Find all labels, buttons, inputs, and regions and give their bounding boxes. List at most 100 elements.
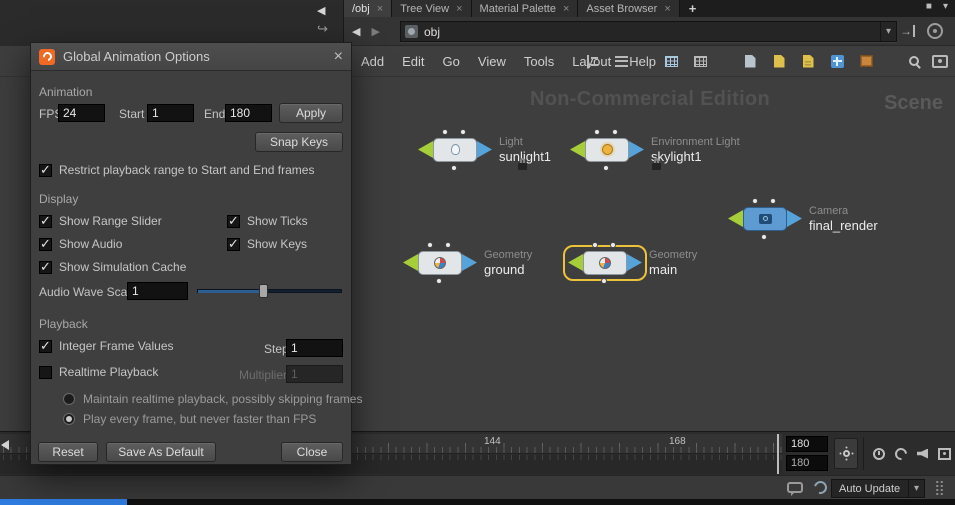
playhead-marker[interactable] xyxy=(777,434,779,474)
notes-icon[interactable] xyxy=(769,51,789,71)
close-icon[interactable]: × xyxy=(456,3,462,15)
output-connector[interactable] xyxy=(761,233,767,240)
node-flag-left[interactable] xyxy=(418,141,433,158)
menu-tools[interactable]: Tools xyxy=(515,54,563,69)
node-name-label[interactable]: skylight1 xyxy=(651,149,740,164)
grid-display-icon[interactable] xyxy=(690,51,710,71)
checkbox-box[interactable]: ✓ xyxy=(39,163,52,177)
node-body[interactable] xyxy=(585,137,629,162)
pane-link-icon[interactable]: ↪ xyxy=(317,22,328,35)
audio-wave-scale-input[interactable] xyxy=(127,282,188,300)
input-connector[interactable] xyxy=(752,197,758,204)
tab-obj[interactable]: /obj × xyxy=(344,0,393,17)
fps-input[interactable] xyxy=(58,104,105,122)
checkbox-box[interactable]: ✓ xyxy=(39,339,52,353)
show-audio-checkbox[interactable]: ✓ Show Audio xyxy=(39,237,122,251)
asset-box-icon[interactable] xyxy=(856,51,876,71)
input-connector[interactable] xyxy=(445,241,451,248)
drag-grip-icon[interactable] xyxy=(935,480,944,496)
checkbox-box[interactable]: ✓ xyxy=(227,214,240,228)
chevron-down-icon[interactable]: ▾ xyxy=(907,480,924,497)
menu-view[interactable]: View xyxy=(469,54,515,69)
message-bubble-icon[interactable] xyxy=(787,482,803,496)
node-shape[interactable] xyxy=(403,241,477,284)
current-frame-input[interactable] xyxy=(786,436,828,452)
show-simulation-cache-checkbox[interactable]: ✓ Show Simulation Cache xyxy=(39,260,186,274)
save-as-default-button[interactable]: Save As Default xyxy=(106,442,216,462)
node-name-label[interactable]: main xyxy=(649,262,697,277)
checkbox-box[interactable] xyxy=(39,365,52,379)
playback-realtime-button[interactable] xyxy=(868,438,889,469)
close-icon[interactable]: × xyxy=(377,3,383,15)
checkbox-box[interactable]: ✓ xyxy=(39,260,52,274)
new-tab-button[interactable]: + xyxy=(680,0,706,17)
node-main[interactable]: Geometry main xyxy=(563,241,697,284)
node-name-label[interactable]: final_render xyxy=(809,218,878,233)
maximize-icon[interactable]: ■ xyxy=(926,1,932,12)
playback-loop-button[interactable] xyxy=(890,438,911,469)
input-connector[interactable] xyxy=(594,128,600,135)
menu-go[interactable]: Go xyxy=(434,54,469,69)
close-icon[interactable]: × xyxy=(334,48,343,65)
node-shape[interactable] xyxy=(570,128,644,171)
node-body[interactable] xyxy=(743,206,787,231)
checkbox-box[interactable]: ✓ xyxy=(39,237,52,251)
output-connector[interactable] xyxy=(603,164,609,171)
tab-material-palette[interactable]: Material Palette × xyxy=(471,0,579,17)
snapshot-icon[interactable] xyxy=(740,51,760,71)
input-connector[interactable] xyxy=(427,241,433,248)
node-body[interactable] xyxy=(418,250,462,275)
close-icon[interactable]: × xyxy=(563,3,569,15)
list-view-icon[interactable] xyxy=(611,51,631,71)
global-animation-options-button[interactable] xyxy=(834,438,858,469)
close-icon[interactable]: × xyxy=(664,3,670,15)
restrict-playback-checkbox[interactable]: ✓ Restrict playback range to Start and E… xyxy=(39,163,314,177)
checkbox-box[interactable]: ✓ xyxy=(227,237,240,251)
node-shape[interactable] xyxy=(728,197,802,240)
render-view-icon[interactable] xyxy=(930,51,950,71)
grid-snap-icon[interactable] xyxy=(661,51,681,71)
radio-play-every-frame[interactable]: Play every frame, but never faster than … xyxy=(63,412,316,426)
node-final-render[interactable]: Camera final_render xyxy=(728,197,878,240)
node-flag-left[interactable] xyxy=(403,254,418,271)
input-connector[interactable] xyxy=(442,128,448,135)
node-ground[interactable]: Geometry ground xyxy=(403,241,532,284)
tab-asset-browser[interactable]: Asset Browser × xyxy=(578,0,680,17)
node-name-label[interactable]: ground xyxy=(484,262,532,277)
audio-wave-scale-slider[interactable] xyxy=(197,282,342,300)
node-body[interactable] xyxy=(583,250,627,275)
node-name-label[interactable]: sunlight1 xyxy=(499,149,551,164)
node-flag-right[interactable] xyxy=(627,254,642,271)
refresh-icon[interactable] xyxy=(811,478,830,497)
path-combo[interactable]: obj ▾ xyxy=(400,21,897,42)
output-connector[interactable] xyxy=(601,277,607,284)
tab-tree-view[interactable]: Tree View × xyxy=(392,0,472,17)
node-skylight1[interactable]: Environment Light skylight1 xyxy=(570,128,740,171)
input-connector[interactable] xyxy=(612,128,618,135)
node-flag-right[interactable] xyxy=(477,141,492,158)
back-icon[interactable]: ◀ xyxy=(352,25,360,38)
close-button[interactable]: Close xyxy=(281,442,343,462)
slider-handle[interactable] xyxy=(259,284,268,298)
radio-circle-selected[interactable] xyxy=(63,413,75,425)
node-shape[interactable] xyxy=(418,128,492,171)
node-flag-left[interactable] xyxy=(728,210,743,227)
radio-maintain-realtime[interactable]: Maintain realtime playback, possibly ski… xyxy=(63,392,362,406)
forward-icon[interactable]: ▶ xyxy=(371,25,379,38)
apply-button[interactable]: Apply xyxy=(279,103,343,123)
node-body[interactable] xyxy=(433,137,477,162)
output-connector[interactable] xyxy=(451,164,457,171)
show-range-slider-checkbox[interactable]: ✓ Show Range Slider xyxy=(39,214,162,228)
pin-path-icon[interactable]: → xyxy=(900,25,915,37)
output-connector[interactable] xyxy=(436,277,442,284)
radio-circle[interactable] xyxy=(63,393,75,405)
node-flag-left[interactable] xyxy=(570,141,585,158)
add-node-icon[interactable] xyxy=(827,51,847,71)
step-input[interactable] xyxy=(286,339,343,357)
node-sunlight1[interactable]: Light sunlight1 xyxy=(418,128,551,171)
sticky-note-icon[interactable] xyxy=(798,51,818,71)
playback-audio-button[interactable] xyxy=(912,438,933,469)
dialog-titlebar[interactable]: Global Animation Options × xyxy=(31,43,351,71)
start-input[interactable] xyxy=(147,104,194,122)
pane-menu-icon[interactable]: ▾ xyxy=(943,1,948,12)
